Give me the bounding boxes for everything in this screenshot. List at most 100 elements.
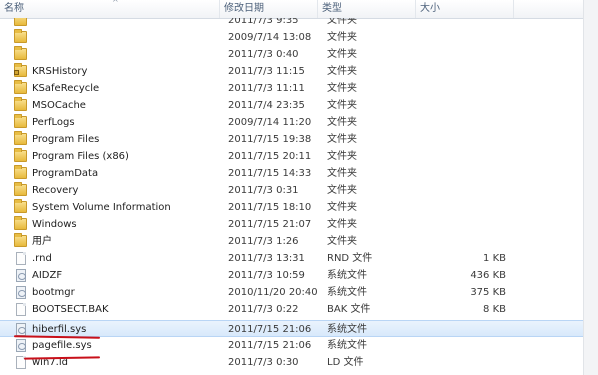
vertical-scrollbar[interactable] bbox=[583, 0, 598, 375]
file-type: 文件夹 bbox=[327, 134, 357, 145]
system-file-icon bbox=[16, 269, 26, 282]
list-item[interactable]: BOOTSECT.BAK 2011/7/3 0:22 BAK 文件 8 KB bbox=[0, 301, 583, 318]
file-size bbox=[420, 80, 506, 97]
list-item[interactable]: Recovery 2011/7/3 0:31 文件夹 bbox=[0, 182, 583, 199]
file-date: 2009/7/14 13:08 bbox=[228, 32, 312, 43]
folder-icon bbox=[14, 46, 27, 60]
column-header-name[interactable]: 名称 ^ bbox=[0, 0, 220, 18]
column-header-type[interactable]: 类型 bbox=[318, 0, 416, 18]
file-name: .rnd bbox=[32, 253, 52, 264]
file-type: 文件夹 bbox=[327, 83, 357, 94]
file-name: Recovery bbox=[32, 185, 79, 196]
file-size bbox=[420, 97, 506, 114]
column-type-label: 类型 bbox=[322, 3, 342, 14]
file-size bbox=[420, 199, 506, 216]
file-type: 系统文件 bbox=[327, 340, 367, 351]
file-date: 2011/7/15 21:07 bbox=[228, 219, 312, 230]
locked-folder-icon bbox=[14, 63, 27, 77]
list-item[interactable]: Program Files (x86) 2011/7/15 20:11 文件夹 bbox=[0, 148, 583, 165]
file-date: 2011/7/3 9:35 bbox=[228, 18, 299, 26]
file-date: 2011/7/15 18:10 bbox=[228, 202, 312, 213]
folder-icon bbox=[14, 131, 27, 145]
system-file-icon bbox=[16, 286, 26, 299]
file-date: 2011/7/3 0:30 bbox=[228, 357, 299, 368]
list-item[interactable]: KRSHistory 2011/7/3 11:15 文件夹 bbox=[0, 63, 583, 80]
system-file-icon bbox=[16, 323, 26, 336]
file-size bbox=[420, 216, 506, 233]
folder-icon bbox=[14, 148, 27, 162]
file-size bbox=[420, 337, 506, 354]
file-name: PerfLogs bbox=[32, 117, 75, 128]
list-item[interactable]: hiberfil.sys 2011/7/15 21:06 系统文件 bbox=[0, 320, 583, 337]
list-item[interactable]: 2009/7/14 13:08 文件夹 bbox=[0, 29, 583, 46]
file-date: 2011/7/3 0:40 bbox=[228, 49, 299, 60]
file-type: RND 文件 bbox=[327, 253, 373, 264]
column-date-label: 修改日期 bbox=[224, 3, 264, 14]
file-date: 2011/7/15 14:33 bbox=[228, 168, 312, 179]
file-icon bbox=[16, 303, 26, 316]
file-name: Program Files bbox=[32, 134, 100, 145]
list-item[interactable]: AIDZF 2011/7/3 10:59 系统文件 436 KB bbox=[0, 267, 583, 284]
file-name: pagefile.sys bbox=[32, 340, 92, 351]
file-date: 2010/11/20 20:40 bbox=[228, 287, 318, 298]
list-item[interactable]: MSOCache 2011/7/4 23:35 文件夹 bbox=[0, 97, 583, 114]
folder-icon bbox=[14, 114, 27, 128]
file-date: 2011/7/3 1:26 bbox=[228, 236, 299, 247]
system-file-icon bbox=[16, 339, 26, 352]
lock-icon bbox=[14, 70, 19, 75]
folder-icon bbox=[14, 216, 27, 230]
file-size: 375 KB bbox=[470, 287, 506, 298]
file-size bbox=[420, 63, 506, 80]
file-date: 2009/7/14 11:20 bbox=[228, 117, 312, 128]
list-item[interactable]: PerfLogs 2009/7/14 11:20 文件夹 bbox=[0, 114, 583, 131]
file-type: 文件夹 bbox=[327, 219, 357, 230]
list-item[interactable]: bootmgr 2010/11/20 20:40 系统文件 375 KB bbox=[0, 284, 583, 301]
file-date: 2011/7/15 20:11 bbox=[228, 151, 312, 162]
file-size bbox=[420, 148, 506, 165]
sort-arrow-icon: ^ bbox=[112, 0, 119, 7]
file-size bbox=[420, 114, 506, 131]
folder-icon bbox=[14, 165, 27, 179]
list-item[interactable]: Program Files 2011/7/15 19:38 文件夹 bbox=[0, 131, 583, 148]
column-header-size[interactable]: 大小 bbox=[416, 0, 514, 18]
file-type: 文件夹 bbox=[327, 49, 357, 60]
list-item[interactable]: 2011/7/3 0:40 文件夹 bbox=[0, 46, 583, 63]
folder-icon bbox=[14, 182, 27, 196]
file-size: 436 KB bbox=[470, 270, 506, 281]
list-item[interactable]: 2011/7/3 9:35 文件夹 bbox=[0, 18, 583, 29]
file-date: 2011/7/3 11:15 bbox=[228, 66, 305, 77]
list-item[interactable]: KSafeRecycle 2011/7/3 11:11 文件夹 bbox=[0, 80, 583, 97]
list-item[interactable]: System Volume Information 2011/7/15 18:10… bbox=[0, 199, 583, 216]
file-size bbox=[420, 354, 506, 371]
file-size: 8 KB bbox=[483, 304, 506, 315]
column-header-date[interactable]: 修改日期 bbox=[220, 0, 318, 18]
file-name: BOOTSECT.BAK bbox=[32, 304, 109, 315]
file-type: 文件夹 bbox=[327, 117, 357, 128]
list-item[interactable]: ProgramData 2011/7/15 14:33 文件夹 bbox=[0, 165, 583, 182]
file-name: bootmgr bbox=[32, 287, 75, 298]
file-size bbox=[420, 165, 506, 182]
file-size bbox=[420, 233, 506, 250]
file-type: 文件夹 bbox=[327, 185, 357, 196]
file-date: 2011/7/15 21:06 bbox=[228, 340, 312, 351]
file-size bbox=[420, 18, 506, 29]
folder-icon bbox=[14, 29, 27, 43]
list-item[interactable]: Windows 2011/7/15 21:07 文件夹 bbox=[0, 216, 583, 233]
folder-icon bbox=[14, 97, 27, 111]
file-date: 2011/7/3 0:22 bbox=[228, 304, 299, 315]
file-type: 系统文件 bbox=[327, 270, 367, 281]
file-name: KRSHistory bbox=[32, 66, 88, 77]
folder-icon bbox=[14, 80, 27, 94]
list-item[interactable]: pagefile.sys 2011/7/15 21:06 系统文件 bbox=[0, 337, 583, 354]
file-type: BAK 文件 bbox=[327, 304, 371, 315]
file-name: Windows bbox=[32, 219, 77, 230]
file-list: 2011/7/3 9:35 文件夹 2009/7/14 13:08 文件夹 2011/7… bbox=[0, 18, 583, 375]
file-size bbox=[420, 131, 506, 148]
file-date: 2011/7/3 11:11 bbox=[228, 83, 305, 94]
file-date: 2011/7/3 10:59 bbox=[228, 270, 305, 281]
file-name: System Volume Information bbox=[32, 202, 171, 213]
file-type: 文件夹 bbox=[327, 151, 357, 162]
file-size bbox=[420, 46, 506, 63]
list-item[interactable]: .rnd 2011/7/3 13:31 RND 文件 1 KB bbox=[0, 250, 583, 267]
list-item[interactable]: 用户 2011/7/3 1:26 文件夹 bbox=[0, 233, 583, 250]
